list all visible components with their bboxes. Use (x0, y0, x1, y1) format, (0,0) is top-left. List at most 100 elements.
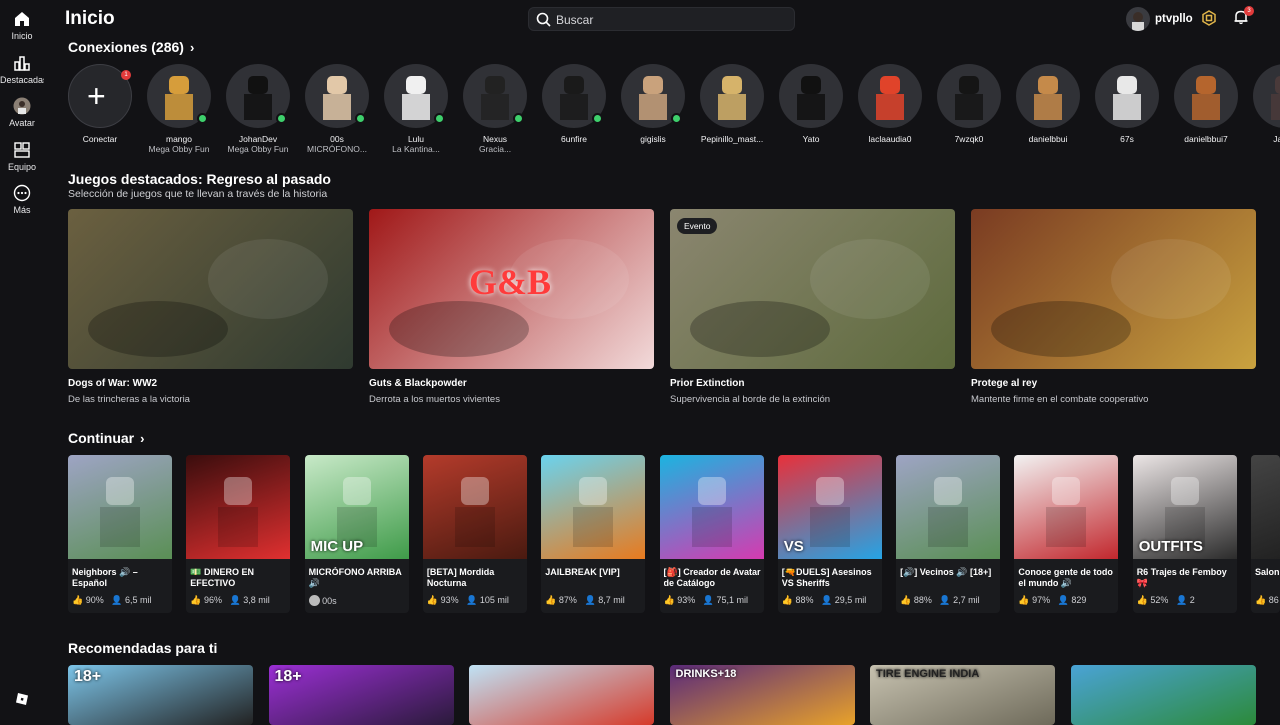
game-title: Prior Extinction (670, 378, 745, 389)
friend-avatar (305, 64, 369, 128)
game-stats: 00s (308, 595, 337, 606)
game-title: Protege al rey (971, 378, 1038, 389)
player-count: 2 (1189, 595, 1195, 605)
thumbnail-text: VS (783, 538, 804, 555)
nav-item-featured[interactable]: Destacadas (0, 54, 44, 85)
chart-icon (14, 56, 30, 71)
friend-name: Nexus (482, 134, 508, 144)
continue-game-card[interactable]: [🎒] Creador de Avatar de Catálogo 👍 93% … (659, 455, 764, 613)
friend-item[interactable]: 00s MICRÓFONO... (304, 64, 370, 154)
friend-game: MICRÓFONO... (307, 144, 367, 154)
continue-title[interactable]: Continuar › (68, 430, 144, 446)
game-stats: 👍 93% 👤 75,1 mil (664, 595, 749, 606)
notification-badge: 3 (1244, 6, 1254, 16)
featured-game-card[interactable]: Protege al rey Mantente firme en el comb… (971, 209, 1256, 405)
continue-game-card[interactable]: [🔊] Vecinos 🔊 [18+] 👍 88% 👤 2,7 mil (896, 455, 1001, 613)
nav-item-home[interactable]: Inicio (0, 10, 44, 41)
featured-game-card[interactable]: Dogs of War: WW2 De las trincheras a la … (68, 209, 353, 405)
continue-game-card[interactable]: VS [🔫DUELS] Asesinos VS Sheriffs 👍 88% 👤… (777, 455, 882, 613)
search-icon (536, 12, 551, 27)
player-count: 75,1 mil (716, 595, 749, 605)
game-thumbnail (68, 209, 353, 369)
robux-icon[interactable] (1201, 10, 1217, 26)
friend-item[interactable]: danielbbui7 (1173, 64, 1239, 144)
like-ratio: 86 (1268, 595, 1279, 605)
recommended-game-card[interactable] (1070, 665, 1256, 725)
friend-name: danielbbui7 (1184, 134, 1228, 144)
person-icon: 👤 (939, 595, 951, 605)
avatar-icon (308, 595, 320, 606)
nav-item-team[interactable]: Equipo (0, 141, 44, 172)
nav-item-more[interactable]: Más (0, 184, 44, 215)
friend-item[interactable]: mango Mega Obby Fun (146, 64, 212, 154)
connections-title[interactable]: Conexiones (286) › (68, 39, 194, 55)
nav-item-label: Inicio (11, 31, 33, 41)
search-input[interactable]: Buscar (528, 7, 795, 31)
friend-item[interactable]: Yato (778, 64, 844, 144)
player-count: 6,5 mil (125, 595, 152, 605)
featured-game-card[interactable]: Evento Prior Extinction Supervivencia al… (670, 209, 955, 405)
continue-game-card[interactable]: 💵 DINERO EN EFECTIVO 👍 96% 👤 3,8 mil (186, 455, 291, 613)
friend-name: 67s (1120, 134, 1134, 144)
continue-game-card[interactable]: MIC UP MICRÓFONO ARRIBA 🔊 00s (304, 455, 409, 613)
add-connection-button[interactable]: +1 Conectar (67, 64, 133, 144)
continue-game-card[interactable]: OUTFITS R6 Trajes de Femboy 🎀 👍 52% 👤 2 (1132, 455, 1237, 613)
game-stats: 👍 52% 👤 2 (1137, 595, 1195, 606)
thumbs-up-icon: 👍 (190, 595, 202, 605)
featured-game-card[interactable]: G&B Guts & Blackpowder Derrota a los mue… (369, 209, 654, 405)
thumbs-up-icon: 👍 (1136, 595, 1148, 605)
friend-item[interactable]: Pepinillo_mast... (699, 64, 765, 144)
continue-game-card[interactable]: JAILBREAK [VIP] 👍 87% 👤 8,7 mil (541, 455, 646, 613)
friend-name: mango (166, 134, 192, 144)
friend-item[interactable]: Jamor (1252, 64, 1280, 144)
friend-item[interactable]: 67s (1094, 64, 1160, 144)
game-description: De las trincheras a la victoria (68, 394, 190, 405)
thumbs-up-icon: 👍 (1018, 595, 1030, 605)
game-stats: 👍 97% 👤 829 (1018, 595, 1086, 606)
continue-game-card[interactable]: Neighbors 🔊 – Español 👍 90% 👤 6,5 mil (68, 455, 172, 613)
continue-game-card[interactable]: [BETA] Mordida Nocturna 👍 93% 👤 105 mil (422, 455, 527, 613)
friend-avatar (463, 64, 527, 128)
friend-avatar (858, 64, 922, 128)
player-count: 829 (1071, 595, 1087, 605)
recommended-game-card[interactable] (469, 665, 654, 725)
friend-item[interactable]: 7wzqk0 (936, 64, 1002, 144)
person-icon: 👤 (1057, 595, 1069, 605)
continue-game-card[interactable]: Conoce gente de todo el mundo 🔊 👍 97% 👤 … (1014, 455, 1119, 613)
continue-title-text: Continuar (68, 430, 135, 446)
friend-item[interactable]: gigislis (620, 64, 686, 144)
thumbs-up-icon: 👍 (781, 595, 794, 605)
like-ratio: 52% (1150, 595, 1169, 605)
game-title: JAILBREAK [VIP] (545, 567, 620, 577)
friend-item[interactable]: JohanDev Mega Obby Fun (225, 64, 291, 154)
friend-avatar (1095, 64, 1159, 128)
game-title: R6 Trajes de Femboy 🎀 (1136, 567, 1227, 588)
nav-item-avatar[interactable]: Avatar (0, 97, 44, 128)
friend-item[interactable]: Nexus Gracia... (462, 64, 528, 154)
online-status-dot (434, 113, 445, 124)
recommended-game-card[interactable]: TIRE ENGINE INDIA (870, 665, 1055, 725)
friend-name: Lulu (407, 134, 425, 144)
recommended-game-card[interactable]: DRINKS+18 (669, 665, 855, 725)
continue-game-card[interactable]: Salon Chat 👍 86 (1251, 455, 1280, 613)
person-icon: 👤 (111, 595, 123, 605)
recommended-game-card[interactable]: 18+ (268, 665, 454, 725)
friend-item[interactable]: 6unfire (541, 64, 607, 144)
recommended-title: Recomendadas para ti (68, 640, 218, 656)
friend-item[interactable]: Lulu La Kantina... (383, 64, 449, 154)
player-count: 2,7 mil (953, 595, 980, 605)
game-description: Mantente firme en el combate cooperativo (971, 394, 1149, 405)
friend-item[interactable]: laclaaudia0 (857, 64, 923, 144)
person-icon: 👤 (702, 595, 714, 605)
friend-avatar (384, 64, 448, 128)
roblox-logo-icon[interactable] (15, 692, 29, 706)
notifications-button[interactable]: 3 (1233, 6, 1254, 30)
people-icon (14, 142, 30, 158)
recommended-game-card[interactable]: 18+ (68, 665, 253, 725)
friend-name: Yato (802, 134, 820, 144)
online-status-dot (197, 113, 208, 124)
chevron-right-icon: › (189, 40, 195, 55)
game-thumbnail: MIC UP (304, 455, 409, 559)
thumbs-up-icon: 👍 (1255, 595, 1267, 605)
friend-item[interactable]: danielbbui (1015, 64, 1081, 144)
